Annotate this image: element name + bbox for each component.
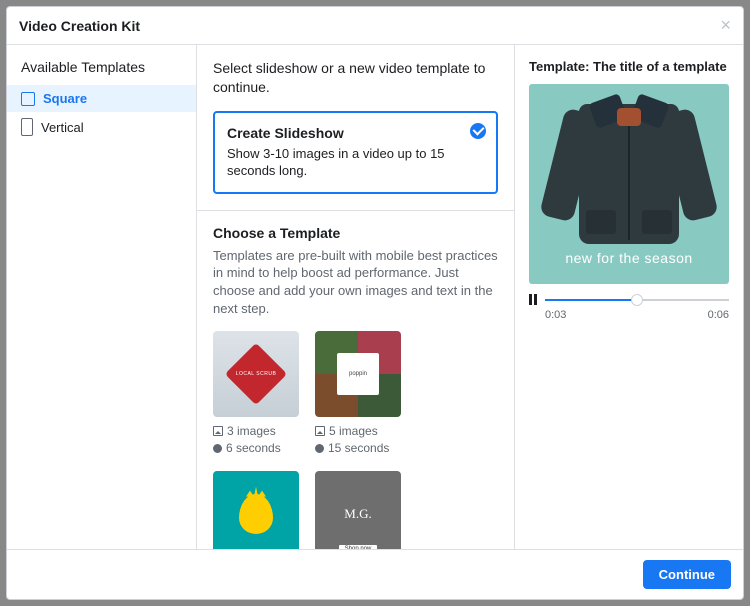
choose-template-desc: Templates are pre-built with mobile best… — [213, 247, 498, 317]
intro-text: Select slideshow or a new video template… — [213, 59, 493, 97]
time-labels: 0:03 0:06 — [529, 309, 729, 321]
thumb-subcaption: Shop now — [339, 545, 378, 549]
progress-fill — [545, 299, 637, 301]
modal-footer: Continue — [7, 549, 743, 599]
template-thumbnail: poppin — [315, 331, 401, 417]
seconds-count: 6 seconds — [226, 440, 281, 457]
progress-thumb[interactable] — [631, 294, 643, 306]
time-total: 0:06 — [708, 309, 729, 321]
continue-button[interactable]: Continue — [643, 560, 731, 589]
template-thumbnail: M.G. Shop now — [315, 471, 401, 549]
thumb-caption: M.G. — [344, 506, 371, 522]
sidebar-item-vertical[interactable]: Vertical — [7, 112, 196, 142]
thumb-caption: poppin — [337, 353, 379, 395]
sidebar-item-label: Vertical — [41, 120, 84, 135]
slideshow-title: Create Slideshow — [227, 125, 484, 141]
vertical-icon — [21, 118, 33, 136]
pause-button[interactable] — [529, 294, 539, 305]
modal-body: Available Templates Square Vertical Sele… — [7, 45, 743, 549]
preview-title: Template: The title of a template — [529, 59, 729, 74]
slideshow-desc: Show 3-10 images in a video up to 15 sec… — [227, 145, 484, 180]
template-card[interactable]: 3 images 6 seconds — [213, 331, 299, 457]
images-icon — [213, 426, 223, 436]
clock-icon — [315, 444, 324, 453]
template-card[interactable]: poppin 5 images 15 seconds — [315, 331, 401, 457]
selected-check-icon — [470, 123, 486, 139]
images-count: 5 images — [329, 423, 378, 440]
modal-header: Video Creation Kit × — [7, 7, 743, 45]
preview-overlay-text: new for the season — [565, 250, 692, 266]
images-icon — [315, 426, 325, 436]
sidebar-item-square[interactable]: Square — [7, 85, 196, 112]
square-icon — [21, 92, 35, 106]
choose-template-title: Choose a Template — [213, 225, 498, 241]
template-card[interactable]: M.G. Shop now 5 images 15 seconds — [315, 471, 401, 549]
video-player-controls — [529, 294, 729, 305]
modal-video-creation-kit: Video Creation Kit × Available Templates… — [6, 6, 744, 600]
time-current: 0:03 — [545, 309, 566, 321]
images-count: 3 images — [227, 423, 276, 440]
modal-title: Video Creation Kit — [19, 18, 140, 34]
template-thumbnail — [213, 471, 299, 549]
template-grid: 3 images 6 seconds poppin 5 images 15 se… — [213, 331, 498, 549]
progress-track[interactable] — [545, 299, 729, 301]
seconds-count: 15 seconds — [328, 440, 389, 457]
sidebar-title: Available Templates — [7, 59, 196, 85]
close-icon[interactable]: × — [720, 15, 731, 36]
section-divider — [197, 210, 514, 211]
create-slideshow-card[interactable]: Create Slideshow Show 3-10 images in a v… — [213, 111, 498, 194]
center-panel: Select slideshow or a new video template… — [197, 45, 515, 549]
preview-video-frame: new for the season — [529, 84, 729, 284]
preview-panel: Template: The title of a template new fo… — [515, 45, 743, 549]
template-stats: 3 images 6 seconds — [213, 423, 299, 457]
sidebar: Available Templates Square Vertical — [7, 45, 197, 549]
sidebar-item-label: Square — [43, 91, 87, 106]
clock-icon — [213, 444, 222, 453]
template-thumbnail — [213, 331, 299, 417]
template-stats: 5 images 15 seconds — [315, 423, 401, 457]
template-card[interactable]: 3 images 6 seconds — [213, 471, 299, 549]
